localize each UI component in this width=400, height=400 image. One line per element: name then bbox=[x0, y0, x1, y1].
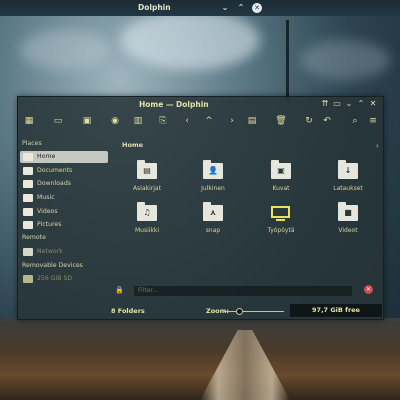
folder-label: Videot bbox=[338, 227, 358, 234]
view-icons-icon[interactable]: ▦ bbox=[22, 115, 36, 128]
window-minimize-icon[interactable]: ⌄ bbox=[344, 99, 354, 109]
clear-filter-icon[interactable]: ✕ bbox=[364, 285, 373, 294]
videos-folder-icon: ■ bbox=[338, 202, 358, 221]
folder-item[interactable]: 👤 Julkinen bbox=[188, 160, 238, 203]
close-icon[interactable]: ✕ bbox=[252, 3, 262, 13]
sidebar-item-sd-card[interactable]: 256 GiB SD bbox=[20, 273, 108, 285]
back-icon[interactable]: ‹ bbox=[180, 115, 194, 128]
folder-item[interactable]: ♫ Musiikki bbox=[122, 202, 172, 245]
sidebar-item-label: Network bbox=[37, 248, 63, 255]
desktop-icon bbox=[271, 206, 290, 218]
folder-label: snap bbox=[205, 227, 221, 234]
properties-icon[interactable]: ▤ bbox=[245, 115, 259, 128]
top-panel: Dolphin ⌄ ⌃ ✕ bbox=[0, 0, 400, 16]
view-compact-icon[interactable]: ▭ bbox=[51, 115, 65, 128]
sidebar-item-network[interactable]: Network bbox=[20, 246, 108, 258]
sidebar-item-videos[interactable]: Videos bbox=[20, 206, 108, 218]
folder-label: Musiikki bbox=[134, 227, 160, 234]
sidebar-item-pictures[interactable]: Pictures bbox=[20, 219, 108, 231]
cloud bbox=[300, 40, 390, 80]
videos-folder-icon bbox=[23, 208, 33, 216]
folder-item[interactable]: ■ Videot bbox=[323, 202, 373, 245]
folder-label: Työpöytä bbox=[267, 227, 295, 234]
zoom-slider-handle[interactable] bbox=[236, 308, 243, 315]
menu-icon[interactable]: ≡ bbox=[366, 115, 380, 128]
music-folder-icon bbox=[23, 194, 33, 202]
free-space-indicator[interactable]: 97,7 GiB free bbox=[290, 304, 382, 317]
keep-above-icon[interactable]: ⇈ bbox=[320, 99, 330, 109]
breadcrumb[interactable]: Home bbox=[122, 141, 143, 149]
documents-folder-icon bbox=[23, 167, 33, 175]
folder-label: Asiakirjat bbox=[133, 185, 161, 192]
window-maximize-icon[interactable]: ⌃ bbox=[356, 99, 366, 109]
folder-item[interactable]: Työpöytä bbox=[256, 205, 306, 245]
up-icon[interactable]: ^ bbox=[202, 115, 216, 128]
folder-label: Kuvat bbox=[272, 185, 290, 192]
folder-count: 8 Folders bbox=[111, 307, 145, 315]
folder-item[interactable]: ▤ Asiakirjat bbox=[122, 160, 172, 203]
sidebar-item-label: Documents bbox=[37, 167, 73, 174]
pictures-folder-icon bbox=[23, 221, 33, 229]
sidebar-item-label: Home bbox=[37, 153, 56, 160]
window-titlebar[interactable]: Home — Dolphin ⇈ ▭ ⌄ ⌃ ✕ bbox=[18, 97, 383, 111]
music-folder-icon: ♫ bbox=[137, 202, 157, 221]
filter-bar: 🔒 Filter... ✕ bbox=[110, 285, 383, 297]
document-folder-icon: ▤ bbox=[137, 160, 157, 179]
window-title: Home — Dolphin bbox=[139, 100, 209, 109]
sidebar-item-label: 256 GiB SD bbox=[37, 275, 73, 282]
search-icon[interactable]: ⌕ bbox=[348, 115, 362, 128]
toolbar: ▦ ▭ ▣ ◉ ▥ ⎘ ‹ ^ › ▤ 🗑 ↻ ↶ ⌕ ≡ bbox=[18, 114, 383, 130]
utility-pole bbox=[286, 20, 289, 100]
sidebar-item-label: Videos bbox=[37, 208, 58, 215]
folder-label: Julkinen bbox=[201, 185, 225, 192]
zoom-slider-track[interactable] bbox=[224, 311, 284, 312]
folder-label: Lataukset bbox=[333, 185, 363, 192]
sidebar-item-downloads[interactable]: Downloads bbox=[20, 178, 108, 190]
snap-folder-icon: ⋏ bbox=[203, 202, 223, 221]
lock-icon[interactable]: 🔒 bbox=[115, 286, 124, 294]
filter-input[interactable]: Filter... bbox=[134, 286, 352, 296]
desktop-icon-stand bbox=[276, 219, 285, 221]
folder-item[interactable]: ↓ Lataukset bbox=[323, 160, 373, 203]
folder-item[interactable]: ▣ Kuvat bbox=[256, 160, 306, 203]
cloud bbox=[120, 10, 260, 70]
sidebar-item-label: Music bbox=[37, 194, 55, 201]
shade-icon[interactable]: ▭ bbox=[332, 99, 342, 109]
sd-card-icon bbox=[23, 275, 33, 283]
copy-icon[interactable]: ⎘ bbox=[156, 115, 170, 128]
refresh-icon[interactable]: ↻ bbox=[302, 115, 316, 128]
panel-title: Dolphin bbox=[138, 3, 171, 12]
downloads-folder-icon bbox=[23, 180, 33, 188]
trash-icon[interactable]: 🗑 bbox=[274, 115, 288, 128]
places-title: Places bbox=[22, 140, 42, 147]
maximize-icon[interactable]: ⌃ bbox=[236, 3, 246, 13]
home-icon bbox=[23, 153, 33, 161]
sidebar-item-label: Downloads bbox=[37, 180, 71, 187]
sidebar-item-home[interactable]: Home bbox=[20, 151, 108, 163]
sidebar-item-music[interactable]: Music bbox=[20, 192, 108, 204]
undo-icon[interactable]: ↶ bbox=[320, 115, 334, 128]
removable-devices-title: Removable Devices bbox=[22, 262, 83, 269]
network-icon bbox=[23, 248, 33, 256]
chevron-right-icon[interactable]: › bbox=[376, 142, 379, 150]
ground bbox=[0, 318, 400, 400]
sidebar-item-documents[interactable]: Documents bbox=[20, 165, 108, 177]
remote-title: Remote bbox=[22, 234, 46, 241]
pictures-folder-icon: ▣ bbox=[271, 160, 291, 179]
forward-icon[interactable]: › bbox=[225, 115, 239, 128]
dolphin-window: Home — Dolphin ⇈ ▭ ⌄ ⌃ ✕ ▦ ▭ ▣ ◉ ▥ ⎘ ‹ ^… bbox=[17, 96, 384, 320]
minimize-icon[interactable]: ⌄ bbox=[220, 3, 230, 13]
downloads-folder-icon: ↓ bbox=[338, 160, 358, 179]
window-close-icon[interactable]: ✕ bbox=[368, 99, 378, 109]
public-folder-icon: 👤 bbox=[203, 160, 223, 179]
folder-item[interactable]: ⋏ snap bbox=[188, 202, 238, 245]
split-view-icon[interactable]: ▥ bbox=[131, 115, 145, 128]
cloud bbox=[20, 30, 110, 70]
view-details-icon[interactable]: ▣ bbox=[80, 115, 94, 128]
places-panel: Places Home Documents Downloads Music Vi… bbox=[18, 137, 110, 295]
sidebar-item-label: Pictures bbox=[37, 221, 62, 228]
preview-icon[interactable]: ◉ bbox=[108, 115, 122, 128]
status-bar: 8 Folders Zoom: 97,7 GiB free bbox=[18, 302, 383, 317]
